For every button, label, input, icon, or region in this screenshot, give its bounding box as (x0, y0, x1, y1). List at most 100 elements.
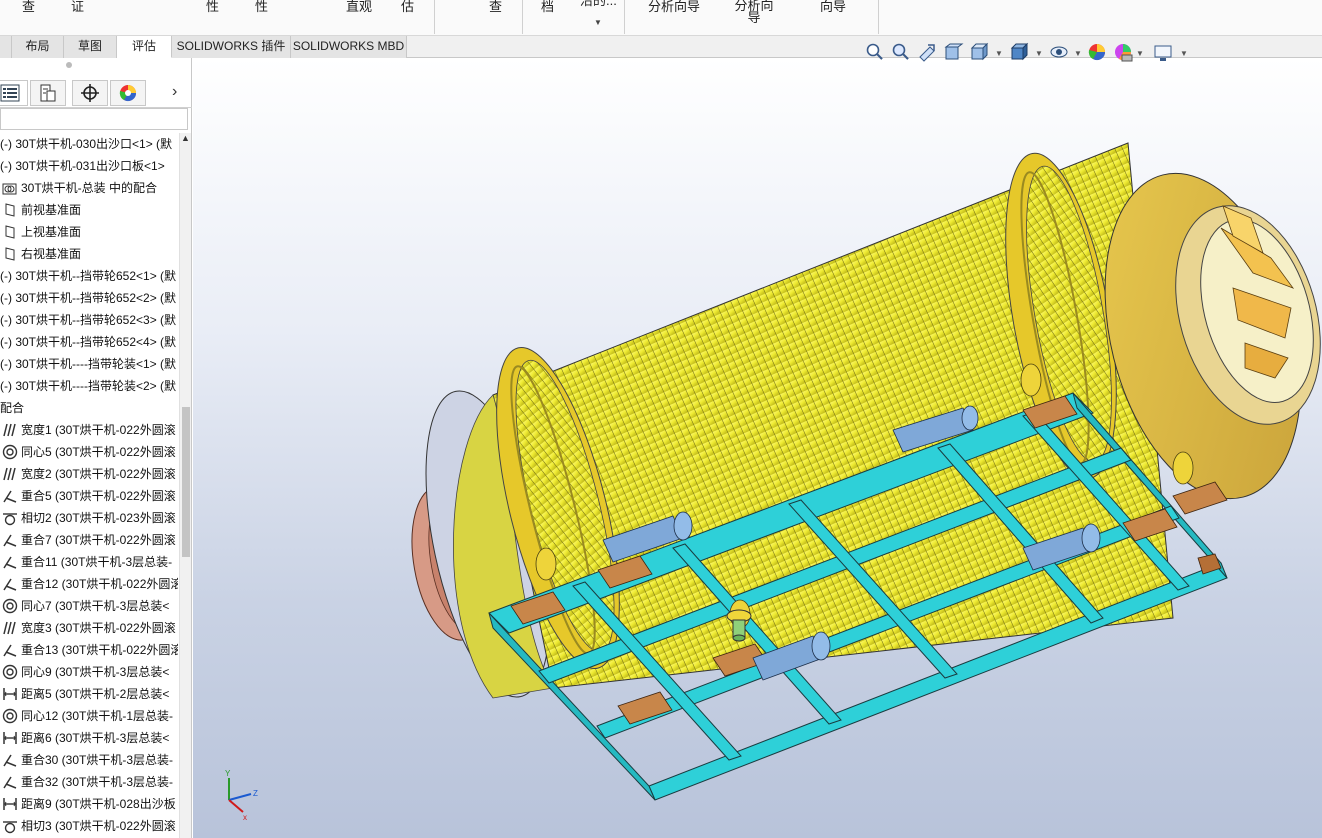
tab-layout[interactable]: 布局 (12, 36, 64, 58)
edit-appearance-icon[interactable] (1088, 44, 1106, 61)
dropdown-arrow-icon[interactable]: ▼ (1136, 49, 1144, 58)
ribbon-button-verify[interactable]: 证 (71, 0, 84, 14)
mates-folder-icon (2, 183, 17, 195)
tree-item[interactable]: 距离6 (30T烘干机-3层总装< (0, 727, 178, 749)
feature-manager-tree-icon[interactable] (0, 80, 28, 106)
tree-item[interactable]: 宽度1 (30T烘干机-022外圆滚 (0, 419, 178, 441)
tree-scrollbar[interactable]: ▲ (179, 133, 191, 838)
display-style-icon[interactable] (1010, 42, 1029, 61)
zoom-to-fit-icon[interactable] (866, 43, 883, 60)
tree-item[interactable]: 前视基准面 (0, 199, 178, 221)
tree-item[interactable]: (-) 30T烘干机--挡带轮652<4> (默 (0, 331, 178, 353)
ribbon-button-check-2[interactable]: 查 (489, 0, 502, 14)
dropdown-arrow-icon[interactable]: ▼ (1074, 49, 1082, 58)
tree-item[interactable]: 重合30 (30T烘干机-3层总装- (0, 749, 178, 771)
coincident-mate-icon (3, 578, 17, 591)
dropdown-arrow-icon[interactable]: ▼ (594, 18, 602, 27)
ribbon-button-property-2[interactable]: 性 (255, 0, 268, 14)
tree-item[interactable]: 同心7 (30T烘干机-3层总装< (0, 595, 178, 617)
tree-item[interactable]: (-) 30T烘干机----挡带轮装<2> (默 (0, 375, 178, 397)
tree-item[interactable]: 重合7 (30T烘干机-022外圆滚 (0, 529, 178, 551)
tab-solidworks-mbd[interactable]: SOLIDWORKS MBD (291, 36, 407, 58)
tree-item[interactable]: (-) 30T烘干机--挡带轮652<2> (默 (0, 287, 178, 309)
tree-item-label: 宽度1 (30T烘干机-022外圆滚 (21, 423, 176, 437)
tree-item-label: 距离5 (30T烘干机-2层总装< (21, 687, 170, 701)
tree-item[interactable]: (-) 30T烘干机----挡带轮装<1> (默 (0, 353, 178, 375)
tree-item[interactable]: 重合11 (30T烘干机-3层总装- (0, 551, 178, 573)
tree-filter-input[interactable] (0, 108, 188, 130)
tree-item[interactable]: 相切2 (30T烘干机-023外圆滚 (0, 507, 178, 529)
tree-item[interactable]: 同心5 (30T烘干机-022外圆滚 (0, 441, 178, 463)
dropdown-arrow-icon[interactable]: ▼ (1035, 49, 1043, 58)
chevron-right-icon[interactable]: › (172, 83, 177, 101)
tree-item[interactable]: 30T烘干机-总装 中的配合 (0, 177, 178, 199)
zoom-to-area-icon[interactable] (892, 43, 909, 60)
graphics-area[interactable]: Y Z x (193, 58, 1322, 838)
tree-item[interactable]: 上视基准面 (0, 221, 178, 243)
tab-solidworks-addins[interactable]: SOLIDWORKS 插件 (172, 36, 291, 58)
section-view-icon[interactable] (944, 43, 964, 60)
ribbon-button-estimate[interactable]: 估 (401, 0, 414, 14)
tree-item[interactable]: 重合12 (30T烘干机-022外圆滚 (0, 573, 178, 595)
hide-show-items-icon[interactable] (1050, 46, 1068, 58)
distance-mate-icon (3, 732, 17, 744)
coincident-mate-icon (3, 754, 17, 767)
ribbon-button-check[interactable]: 查 (22, 0, 35, 14)
tree-item[interactable]: (-) 30T烘干机--挡带轮652<3> (默 (0, 309, 178, 331)
tree-item[interactable]: 同心9 (30T烘干机-3层总装< (0, 661, 178, 683)
tab-sketch[interactable]: 草图 (64, 36, 117, 58)
ribbon-button-analysis-wizard-2[interactable]: 分析向导 (732, 0, 776, 24)
display-manager-icon[interactable] (110, 80, 146, 106)
panel-grip[interactable] (66, 62, 72, 68)
tree-item[interactable]: (-) 30T烘干机-031出沙口板<1> (0, 155, 178, 177)
ribbon-button-document[interactable]: 档 (541, 0, 554, 14)
tree-item[interactable]: (-) 30T烘干机-030出沙口<1> (默 (0, 133, 178, 155)
tree-item-label: 右视基准面 (21, 247, 82, 261)
tree-item[interactable]: 同心12 (30T烘干机-1层总装- (0, 705, 178, 727)
ribbon-button-along[interactable]: 沿的... (580, 0, 617, 8)
coincident-mate-icon (3, 534, 17, 547)
model-view: Y Z x (225, 58, 1321, 822)
tree-item-label: 相切2 (30T烘干机-023外圆滚 (21, 511, 176, 525)
concentric-mate-icon (2, 598, 18, 614)
tree-item-mates-folder[interactable]: 配合 (0, 397, 178, 419)
scrollbar-thumb[interactable] (182, 407, 190, 557)
tree-item-label: 重合7 (30T烘干机-022外圆滚 (21, 533, 176, 547)
ribbon-button-wizard[interactable]: 向导 (820, 0, 846, 14)
property-manager-icon[interactable] (30, 80, 66, 106)
tree-item[interactable]: (-) 30T烘干机--挡带轮652<1> (默 (0, 265, 178, 287)
view-triad: Y Z x (225, 769, 258, 822)
view-orientation-icon[interactable] (970, 42, 989, 61)
ribbon-separator (522, 0, 523, 34)
ribbon-button-intuitive[interactable]: 直观 (346, 0, 372, 14)
tree-item[interactable]: 距离9 (30T烘干机-028出沙板 (0, 793, 178, 815)
apply-scene-icon[interactable] (1115, 44, 1133, 62)
tree-item[interactable]: 重合5 (30T烘干机-022外圆滚 (0, 485, 178, 507)
tree-item-label: (-) 30T烘干机--挡带轮652<4> (默 (0, 335, 177, 349)
tree-item[interactable]: 重合32 (30T烘干机-3层总装- (0, 771, 178, 793)
tree-item[interactable]: 右视基准面 (0, 243, 178, 265)
tree-item-label: 距离9 (30T烘干机-028出沙板 (21, 797, 176, 811)
tree-item-label: 同心12 (30T烘干机-1层总装- (21, 709, 174, 723)
dropdown-arrow-icon[interactable]: ▼ (1180, 49, 1188, 58)
ribbon-button-property-1[interactable]: 性 (206, 0, 219, 14)
tab-evaluate[interactable]: 评估 (117, 36, 172, 58)
triad-y-label: Y (225, 769, 231, 778)
tree-item[interactable]: 宽度3 (30T烘干机-022外圆滚 (0, 617, 178, 639)
concentric-mate-icon (2, 444, 18, 460)
configuration-manager-icon[interactable] (72, 80, 108, 106)
dropdown-arrow-icon[interactable]: ▼ (995, 49, 1003, 58)
previous-view-icon[interactable] (919, 44, 935, 62)
tree-item-label: 宽度2 (30T烘干机-022外圆滚 (21, 467, 176, 481)
tree-item[interactable]: 宽度2 (30T烘干机-022外圆滚 (0, 463, 178, 485)
tree-item[interactable]: 重合13 (30T烘干机-022外圆滚 (0, 639, 178, 661)
tree-item[interactable]: 距离5 (30T烘干机-2层总装< (0, 683, 178, 705)
coincident-mate-icon (3, 644, 17, 657)
tree-item-label: 上视基准面 (21, 225, 82, 239)
ribbon-button-analysis-wizard[interactable]: 分析向导 (648, 0, 700, 14)
view-settings-icon[interactable] (1154, 45, 1172, 61)
tree-item[interactable]: 相切3 (30T烘干机-022外圆滚 (0, 815, 178, 837)
width-mate-icon (3, 621, 16, 635)
tree-item-label: 重合12 (30T烘干机-022外圆滚 (21, 577, 178, 591)
scroll-up-icon[interactable]: ▲ (181, 133, 190, 143)
